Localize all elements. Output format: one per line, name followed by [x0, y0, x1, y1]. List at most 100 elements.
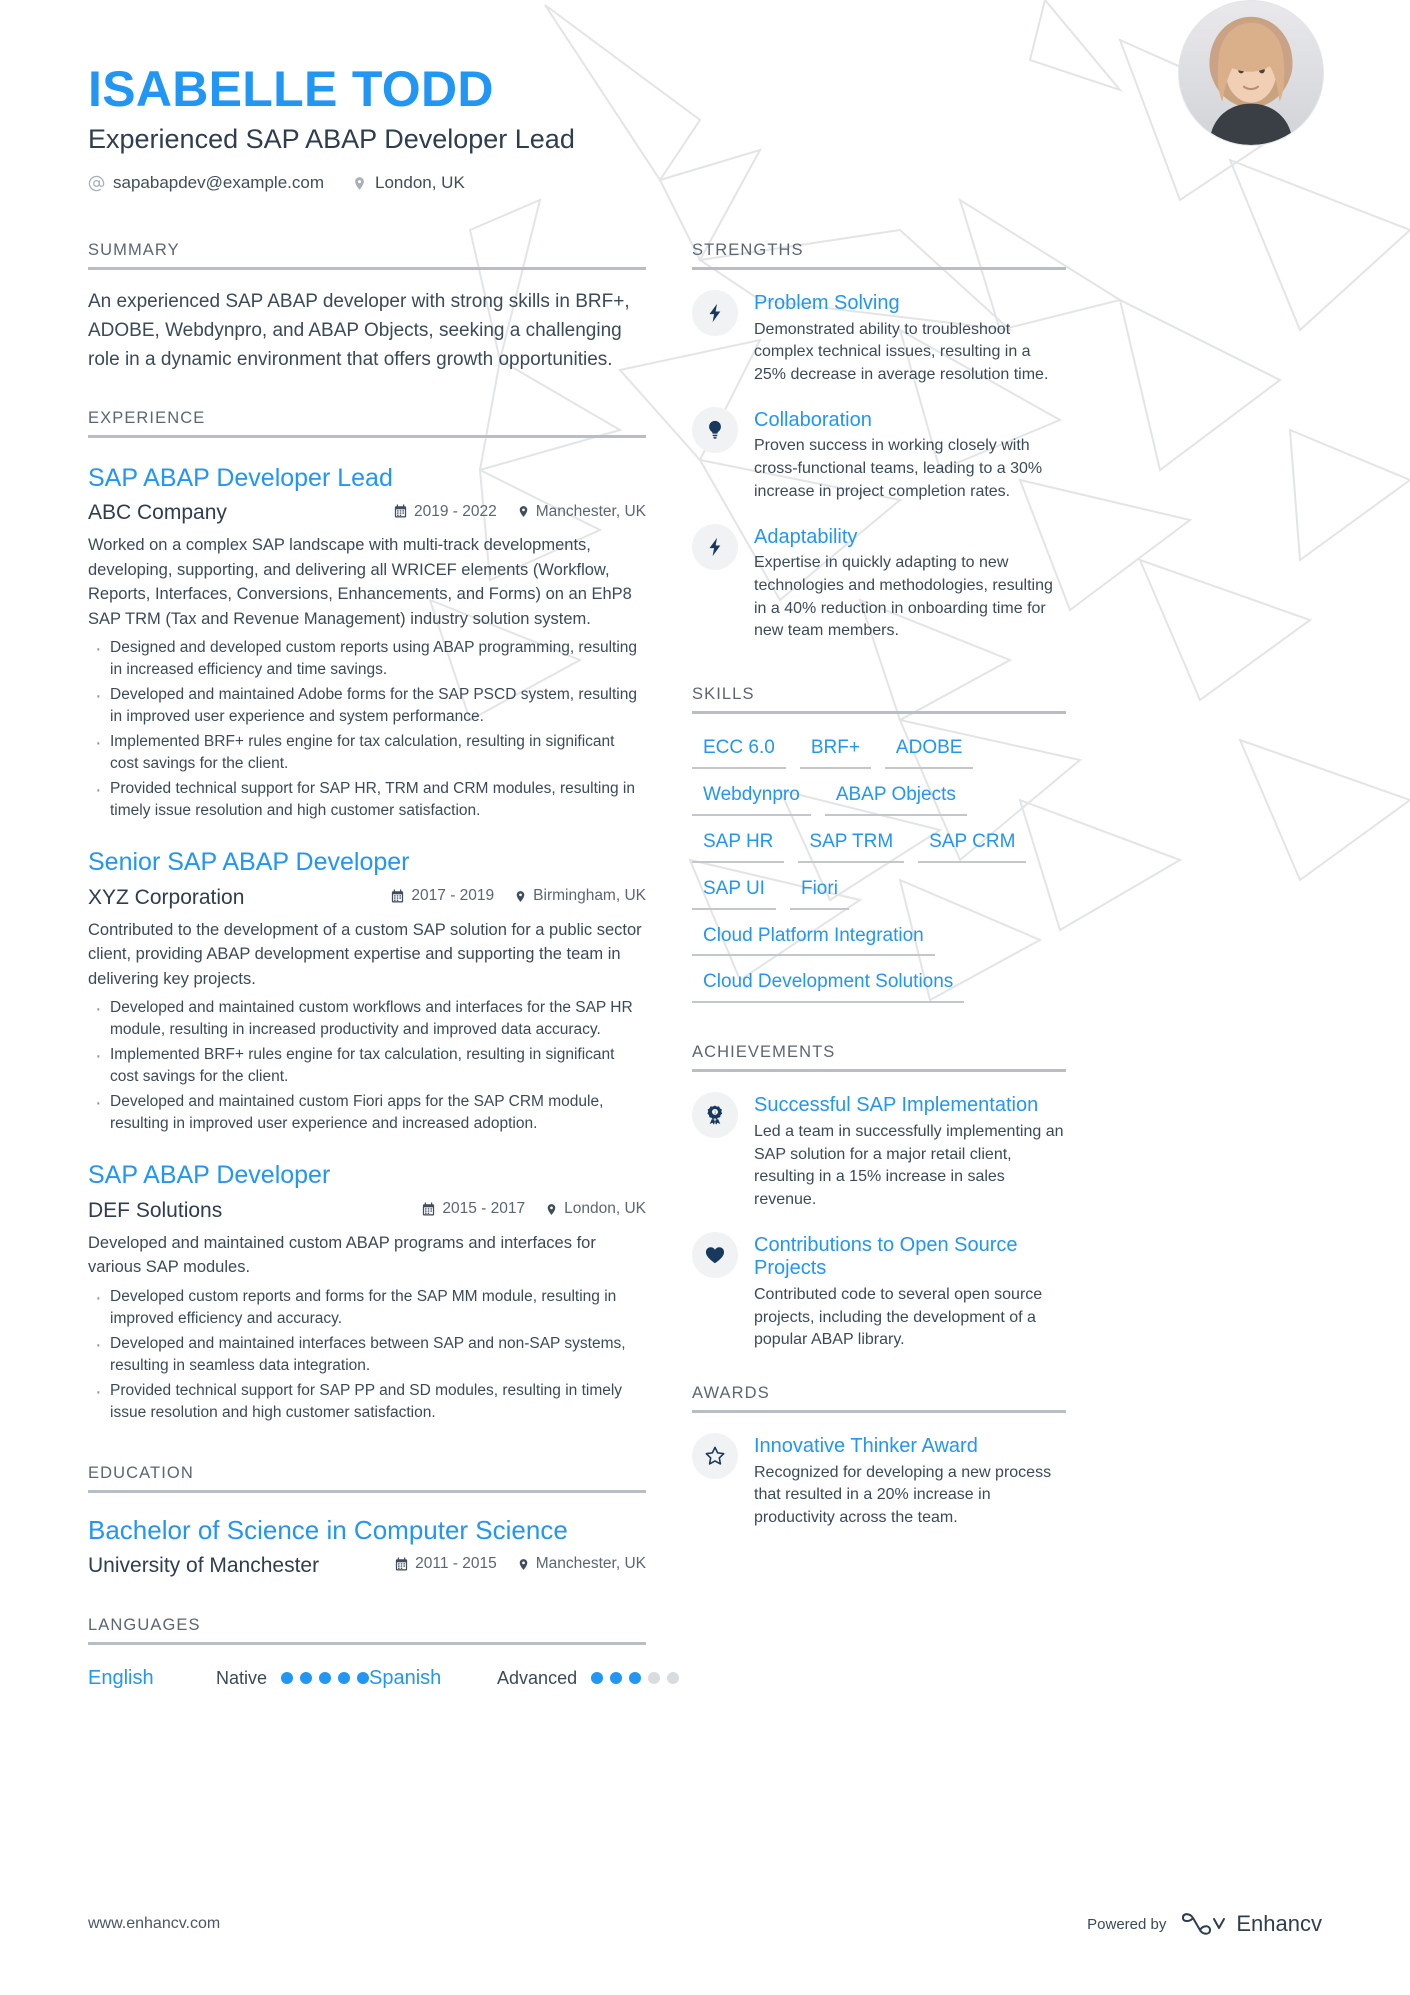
section-rule: [88, 267, 646, 270]
section-rule: [88, 434, 646, 438]
rating-dot: [629, 1672, 642, 1685]
map-pin-icon: [514, 889, 527, 904]
section-skills: SKILLS ECC 6.0 BRF+ ADOBE Webdynpro ABAP Obj…: [692, 684, 1066, 1004]
achievement-text: Led a team in successfully implementing …: [754, 1122, 1064, 1209]
map-pin-icon: [517, 504, 530, 519]
list-item: Developed and maintained custom Fiori ap…: [88, 1089, 646, 1135]
left-column: SUMMARY An experienced SAP ABAP develope…: [88, 241, 680, 1694]
section-rule: [692, 1069, 1066, 1073]
education-dates: 2011 - 2015: [394, 1555, 497, 1573]
section-experience: EXPERIENCE SAP ABAP Developer Lead ABC Co…: [88, 409, 646, 1424]
skill-tag: SAP HR: [692, 830, 785, 863]
language-item: Spanish Advanced: [369, 1667, 680, 1690]
achievement-title: Contributions to Open Source Projects: [754, 1233, 1018, 1280]
strength-body: Collaboration Proven success in working c…: [754, 407, 1066, 504]
section-title-strengths: STRENGTHS: [692, 241, 804, 259]
rating-dot: [610, 1672, 623, 1685]
skill-tag: Webdynpro: [692, 783, 811, 816]
strength-item: Problem Solving Demonstrated ability to t…: [692, 290, 1066, 387]
section-rule: [692, 1410, 1066, 1414]
list-item: Developed and maintained interfaces betw…: [88, 1331, 646, 1377]
right-column: STRENGTHS Problem Solving Demonstrated ab…: [692, 241, 1066, 1694]
resume-page: ISABELLE TODD Experienced SAP ABAP Devel…: [0, 0, 1410, 1995]
language-item: English Native: [88, 1666, 370, 1690]
summary-text: An experienced SAP ABAP developer with s…: [88, 291, 630, 370]
contact-location-text: London, UK: [375, 173, 465, 192]
section-rule: [692, 267, 1066, 270]
experience-meta: XYZ Corporation 2017 - 2019 Birmingham, UK: [88, 886, 646, 910]
skill-tag: ABAP Objects: [824, 783, 967, 816]
experience-company: DEF Solutions: [88, 1198, 223, 1222]
skill-tag: Cloud Development Solutions: [692, 970, 965, 1004]
award-title: Innovative Thinker Award: [754, 1435, 978, 1458]
calendar-icon: [393, 504, 408, 519]
strength-body: Adaptability Expertise in quickly adaptin…: [754, 524, 1066, 643]
experience-company: ABC Company: [88, 501, 227, 525]
list-item: Provided technical support for SAP HR, T…: [88, 776, 646, 822]
skill-tag: ADOBE: [884, 736, 974, 769]
rating-dot: [648, 1672, 661, 1685]
skill-tag: Fiori: [789, 877, 849, 910]
section-rule: [692, 710, 1066, 714]
section-rule: [88, 1641, 646, 1645]
experience-location: London, UK: [545, 1200, 646, 1218]
rating-dot: [281, 1672, 294, 1685]
list-item: Developed and maintained Adobe forms for…: [88, 682, 646, 728]
experience-bullets: Developed and maintained custom workflow…: [88, 995, 646, 1135]
at-sign-icon: [88, 175, 105, 192]
education-location: Manchester, UK: [517, 1555, 646, 1573]
achievement-item: 1 Successful SAP Implementation Led a team…: [692, 1092, 1066, 1211]
achievement-text: Contributed code to several open source …: [754, 1285, 1043, 1349]
language-name: English: [88, 1666, 154, 1689]
page-footer: www.enhancv.com Powered by Enhancv: [88, 1911, 1322, 1937]
strength-text: Proven success in working closely with c…: [754, 437, 1043, 500]
award-text: Recognized for developing a new process …: [754, 1463, 1052, 1527]
resume-header: ISABELLE TODD Experienced SAP ABAP Devel…: [88, 0, 1324, 193]
rating-dot: [319, 1672, 332, 1685]
experience-title: SAP ABAP Developer: [88, 1160, 331, 1189]
experience-entry: SAP ABAP Developer DEF Solutions 2015 - 20…: [88, 1161, 646, 1424]
footer-url[interactable]: www.enhancv.com: [88, 1915, 220, 1933]
language-level: Native: [216, 1667, 268, 1688]
professional-headline: Experienced SAP ABAP Developer Lead: [88, 124, 575, 154]
calendar-icon: [394, 1556, 409, 1572]
strength-text: Demonstrated ability to troubleshoot com…: [754, 320, 1049, 384]
language-level: Advanced: [497, 1667, 578, 1688]
language-rating: [591, 1672, 680, 1685]
section-awards: AWARDS Innovative Thinker Award Recognize…: [692, 1384, 1066, 1530]
section-title-skills: SKILLS: [692, 684, 755, 703]
award-ribbon-icon: 1: [692, 1092, 738, 1139]
experience-location: Manchester, UK: [517, 503, 646, 521]
section-title-achievements: ACHIEVEMENTS: [692, 1043, 836, 1062]
section-achievements: ACHIEVEMENTS 1 Successful SAP Implementat…: [692, 1043, 1066, 1352]
list-item: Implemented BRF+ rules engine for tax ca…: [88, 729, 646, 775]
strength-item: Adaptability Expertise in quickly adaptin…: [692, 523, 1066, 643]
skill-tag: SAP CRM: [918, 830, 1027, 863]
skill-tag: ECC 6.0: [692, 736, 786, 769]
page-title: ISABELLE TODD: [88, 61, 494, 117]
map-pin-icon: [352, 175, 367, 192]
strength-text: Expertise in quickly adapting to new tec…: [754, 554, 1053, 640]
rating-dot: [591, 1672, 604, 1685]
rating-dot: [667, 1672, 680, 1685]
list-item: Designed and developed custom reports us…: [88, 635, 646, 681]
section-title-experience: EXPERIENCE: [88, 408, 206, 427]
brand-name: Enhancv: [1236, 1911, 1322, 1936]
education-entry: Bachelor of Science in Computer Science U…: [88, 1515, 646, 1578]
experience-entry: SAP ABAP Developer Lead ABC Company 2019 -…: [88, 464, 646, 822]
strength-body: Problem Solving Demonstrated ability to t…: [754, 290, 1066, 387]
brand-logo: Enhancv: [1180, 1911, 1322, 1937]
achievements-list: 1 Successful SAP Implementation Led a team…: [692, 1092, 1066, 1352]
experience-description: Contributed to the development of a cust…: [88, 920, 642, 988]
contact-email[interactable]: sapabapdev@example.com: [88, 173, 324, 193]
education-degree: Bachelor of Science in Computer Science: [88, 1514, 568, 1545]
award-item: Innovative Thinker Award Recognized for d…: [692, 1433, 1066, 1530]
achievement-body: Contributions to Open Source Projects Con…: [754, 1232, 1066, 1352]
experience-bullets: Developed custom reports and forms for t…: [88, 1284, 646, 1424]
skills-list: ECC 6.0 BRF+ ADOBE Webdynpro ABAP Objects SAP…: [692, 736, 1066, 1004]
lightning-bolt-icon: [692, 523, 738, 570]
calendar-icon: [421, 1202, 436, 1217]
experience-dates: 2019 - 2022: [393, 503, 497, 521]
experience-description: Developed and maintained custom ABAP pro…: [88, 1233, 596, 1277]
skill-tag: SAP TRM: [798, 830, 905, 863]
